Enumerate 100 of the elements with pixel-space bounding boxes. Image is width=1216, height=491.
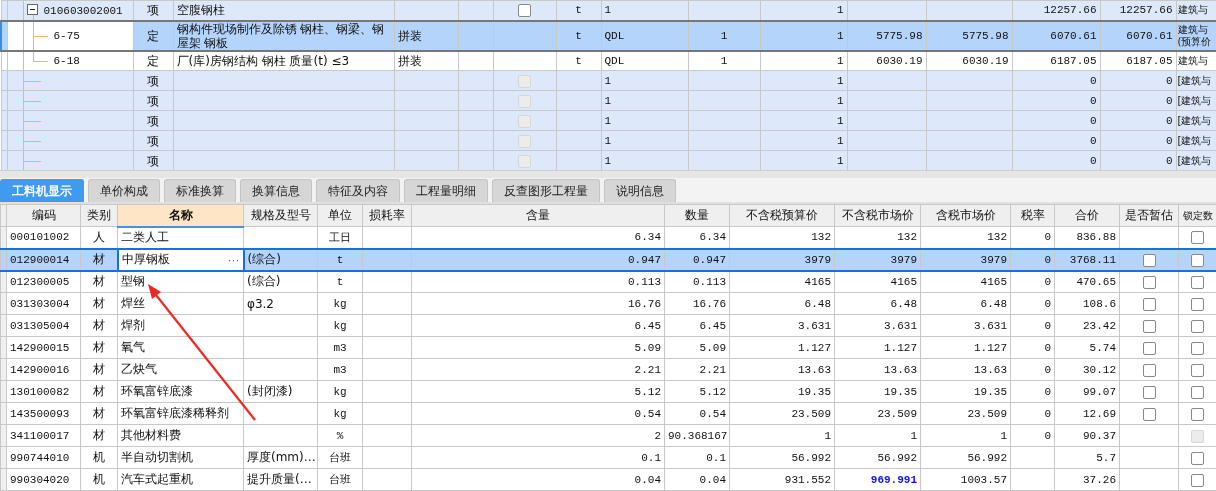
table-cell: kg [333,407,347,420]
table-cell: 项 [147,153,159,168]
table-cell: 0 [1165,114,1173,127]
column-header[interactable]: 损耗率 [362,204,412,227]
tab[interactable]: 说明信息 [604,179,676,202]
checkbox[interactable] [1142,341,1156,355]
table-cell: 37.26 [1083,473,1116,486]
table-cell: 1 [604,154,612,167]
table-cell: 0 [1165,74,1173,87]
collapse-icon[interactable] [26,4,38,16]
checkbox[interactable] [1191,363,1204,377]
column-header[interactable]: 不含税预算价 [729,204,835,227]
table-cell: 材 [93,384,105,398]
column-header[interactable]: 是否暂估 [1119,204,1179,227]
table-cell: 6.34 [699,231,726,244]
table-cell: 定 [147,53,159,68]
checkbox[interactable] [518,4,531,18]
table-cell: (封闭漆) [247,384,293,398]
checkbox[interactable] [1142,253,1156,267]
table-cell: 143500093 [10,407,70,420]
table-cell: 建筑与 [1177,4,1208,16]
table-cell: 钢构件现场制作及除锈 钢柱、钢梁、钢屋架 钢板 [176,22,385,49]
table-cell: 3979 [804,253,831,266]
column-header[interactable]: 含税市场价 [920,204,1011,227]
table-cell: 90.368167 [668,429,728,442]
table-cell: 1.127 [798,341,831,354]
table-cell: 0.113 [628,275,661,288]
table-cell: 1 [836,114,844,127]
ellipsis-button[interactable]: ··· [227,252,240,267]
table-cell: 材 [93,274,105,289]
table-cell: 990744010 [10,451,70,464]
table-cell: 3.631 [884,319,917,332]
table-cell: 0 [1165,94,1173,107]
table-cell: 16.76 [693,297,726,310]
table-cell: 0.04 [699,473,726,486]
table-cell: 项 [147,113,159,128]
table-cell: 99.07 [1083,385,1116,398]
checkbox[interactable] [1191,275,1204,289]
column-header[interactable]: 不含税市场价 [834,204,921,227]
tab[interactable]: 反查图形工程量 [492,179,600,202]
column-header[interactable]: 合价 [1054,204,1120,227]
checkbox[interactable] [1191,341,1204,355]
table-cell: 5.12 [699,385,726,398]
table-cell: 0.54 [699,407,726,420]
table-cell: 990304020 [10,473,70,486]
table-cell: 3.631 [798,319,831,332]
table-cell: 台班 [329,452,351,464]
checkbox[interactable] [1191,451,1204,465]
column-header[interactable]: 含量 [411,204,665,227]
table-cell: 5775.98 [962,29,1009,42]
table-cell: 6070.61 [1050,29,1097,42]
table-cell: 19.35 [884,385,917,398]
table-cell: 6070.61 [1126,29,1173,42]
table-cell: 材 [92,252,105,266]
tab[interactable]: 特征及内容 [316,179,400,202]
column-header[interactable]: 类别 [80,204,118,227]
column-header[interactable]: 税率 [1010,204,1055,227]
checkbox[interactable] [1191,231,1204,245]
table-cell: m3 [333,341,347,354]
table-cell: 项 [147,73,159,88]
table-cell: 23.509 [877,407,917,420]
table-cell: 1 [604,4,612,17]
checkbox[interactable] [1142,275,1156,289]
table-cell: 132 [987,231,1007,244]
table-cell: 6187.05 [1126,54,1173,67]
checkbox[interactable] [1142,363,1156,377]
table-cell: 12257.66 [1043,4,1097,17]
table-cell: 焊丝 [121,295,145,312]
tab[interactable]: 工程量明细 [404,179,488,202]
checkbox[interactable] [1191,385,1204,399]
table-cell: 项 [147,133,159,148]
column-header[interactable]: 名称 [117,204,244,227]
checkbox[interactable] [1142,385,1156,399]
column-header[interactable]: 单位 [317,204,363,227]
table-cell: 6.48 [980,297,1007,310]
checkbox[interactable] [1142,407,1156,421]
table-cell: 1 [836,154,844,167]
table-cell: 012900014 [10,253,70,266]
column-header[interactable]: 编码 [6,204,81,227]
checkbox[interactable] [1191,253,1204,267]
column-header[interactable]: 锁定数 [1178,204,1216,227]
tab[interactable]: 换算信息 [240,179,312,202]
checkbox[interactable] [1191,473,1204,487]
tab[interactable]: 单价构成 [88,179,160,202]
table-cell: 3979 [890,253,917,266]
table-cell: 031305004 [10,319,70,332]
checkbox[interactable] [1142,319,1156,333]
table-cell: 30.12 [1083,363,1116,376]
checkbox[interactable] [1191,297,1204,311]
checkbox[interactable] [1191,319,1204,333]
column-header[interactable]: 规格及型号 [243,204,318,227]
tab[interactable]: 标准换算 [164,179,236,202]
checkbox[interactable] [1191,407,1204,421]
table-cell: 人 [93,229,105,244]
checkbox[interactable] [1142,297,1156,311]
table-cell: 142900015 [10,341,70,354]
table-cell: 56.992 [877,451,917,464]
table-cell: 0 [1165,154,1173,167]
column-header[interactable]: 数量 [664,204,730,227]
table-cell: 012300005 [10,275,70,288]
